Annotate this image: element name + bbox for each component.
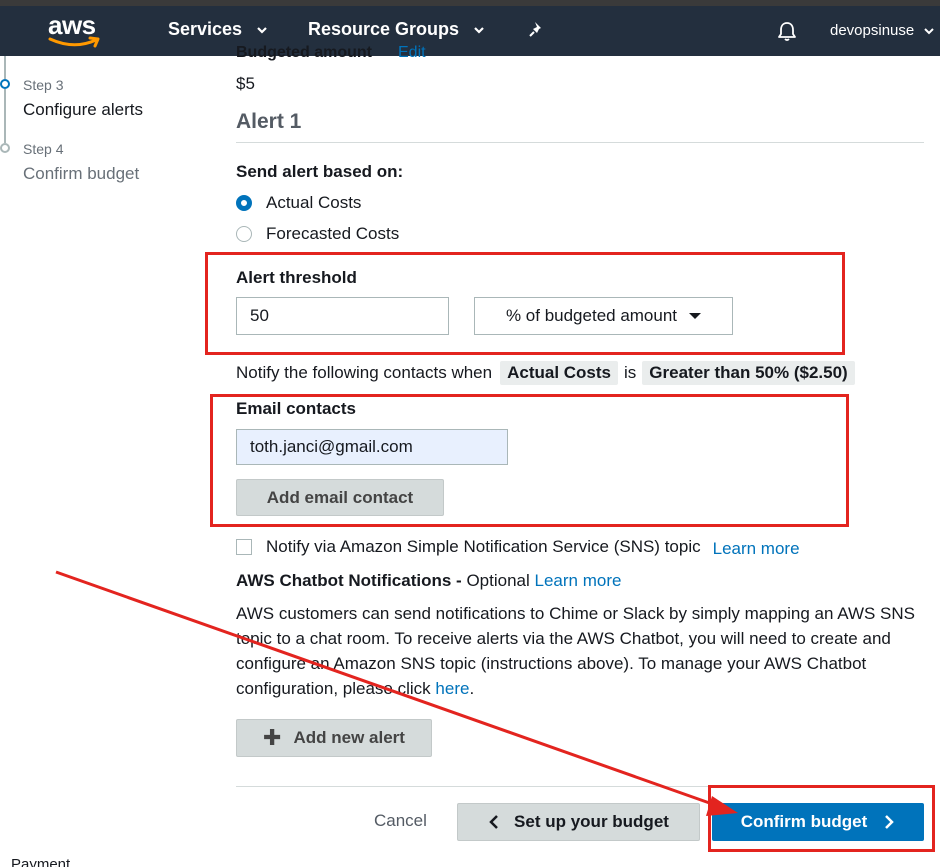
email-contacts-label: Email contacts — [236, 399, 356, 418]
send-alert-based-on-label: Send alert based on: — [236, 162, 404, 181]
back-set-up-budget-button[interactable]: Set up your budget — [457, 803, 700, 841]
forecasted-costs-label: Forecasted Costs — [266, 224, 400, 243]
username: devopsinuse — [830, 22, 915, 39]
step-3-indicator — [0, 79, 10, 89]
sns-learn-more-link[interactable]: Learn more — [713, 539, 800, 559]
edit-budget-link[interactable]: Edit — [398, 44, 426, 62]
chatbot-optional: Optional — [466, 571, 530, 590]
chatbot-title: AWS Chatbot Notifications - — [236, 571, 462, 590]
services-menu[interactable]: Services — [168, 19, 268, 40]
resource-groups-menu[interactable]: Resource Groups — [308, 19, 485, 40]
actual-costs-option[interactable]: Actual Costs — [236, 193, 361, 213]
notify-summary: Notify the following contacts when Actua… — [236, 361, 861, 385]
chevron-down-icon — [474, 26, 484, 34]
chatbot-description: AWS customers can send notifications to … — [236, 601, 926, 701]
chevron-left-icon — [489, 815, 498, 829]
step-3-label: Step 3 — [23, 77, 64, 93]
divider — [236, 786, 924, 787]
chatbot-end: . — [469, 679, 475, 698]
budgeted-amount-label: Budgeted amount — [236, 44, 372, 61]
step-4-indicator — [0, 143, 10, 153]
chatbot-here-link[interactable]: here — [435, 679, 469, 698]
actual-costs-label: Actual Costs — [266, 193, 362, 212]
email-contact-value: toth.janci@gmail.com — [250, 437, 413, 456]
add-new-alert-button[interactable]: ✚ Add new alert — [236, 719, 432, 757]
alert-threshold-value: 50 — [250, 306, 269, 325]
resource-groups-label: Resource Groups — [308, 19, 460, 39]
step-connector — [4, 56, 6, 79]
chatbot-notifications-heading: AWS Chatbot Notifications - Optional Lea… — [236, 571, 621, 591]
forecasted-costs-radio[interactable] — [236, 226, 252, 242]
sns-topic-label: Notify via Amazon Simple Notification Se… — [266, 537, 701, 556]
add-email-contact-button[interactable]: Add email contact — [236, 479, 444, 516]
chevron-down-icon — [257, 26, 267, 34]
add-email-contact-label: Add email contact — [266, 487, 414, 507]
plus-icon: ✚ — [263, 725, 282, 750]
add-new-alert-label: Add new alert — [293, 728, 405, 747]
step-4-title: Confirm budget — [23, 164, 140, 183]
dropdown-caret-icon — [689, 313, 702, 319]
browser-strip — [0, 0, 940, 6]
services-label: Services — [168, 19, 243, 39]
sidebar-payment-link[interactable]: Payment — [11, 856, 70, 867]
step-connector — [4, 89, 6, 143]
notify-cost-type-chip: Actual Costs — [500, 361, 619, 385]
budgeted-amount-value: $5 — [236, 74, 255, 93]
back-button-label: Set up your budget — [514, 812, 669, 831]
confirm-budget-label: Confirm budget — [740, 812, 868, 831]
notify-condition-chip: Greater than 50% ($2.50) — [642, 361, 855, 385]
divider — [236, 142, 924, 143]
sns-topic-checkbox[interactable] — [236, 539, 252, 555]
actual-costs-radio[interactable] — [236, 195, 252, 211]
chevron-right-icon — [885, 815, 895, 829]
alert-heading: Alert 1 — [236, 110, 302, 133]
step-4-label: Step 4 — [23, 141, 64, 157]
notify-prefix: Notify the following contacts when — [236, 363, 493, 382]
notify-mid: is — [624, 363, 637, 382]
forecasted-costs-option[interactable]: Forecasted Costs — [236, 224, 399, 244]
chevron-down-icon — [924, 27, 934, 34]
top-navigation-bar: aws Services Resource Groups devopsinuse — [0, 0, 940, 56]
chatbot-text: AWS customers can send notifications to … — [236, 604, 916, 698]
confirm-budget-button[interactable]: Confirm budget — [712, 803, 924, 841]
pin-icon[interactable] — [528, 20, 546, 38]
aws-logo[interactable]: aws — [46, 10, 104, 50]
sns-topic-option: Notify via Amazon Simple Notification Se… — [236, 537, 800, 559]
cancel-button[interactable]: Cancel — [374, 811, 427, 831]
account-menu[interactable]: devopsinuse — [830, 22, 934, 39]
email-contact-input[interactable]: toth.janci@gmail.com — [236, 429, 508, 465]
bell-icon[interactable] — [776, 20, 798, 42]
step-3-title[interactable]: Configure alerts — [23, 100, 143, 120]
chatbot-learn-more-link[interactable]: Learn more — [535, 571, 622, 590]
threshold-unit-value: % of budgeted amount — [505, 306, 678, 325]
aws-smile-icon — [48, 36, 100, 48]
alert-threshold-label: Alert threshold — [236, 268, 357, 287]
threshold-unit-select[interactable]: % of budgeted amount — [474, 297, 733, 335]
alert-threshold-input[interactable]: 50 — [236, 297, 449, 335]
